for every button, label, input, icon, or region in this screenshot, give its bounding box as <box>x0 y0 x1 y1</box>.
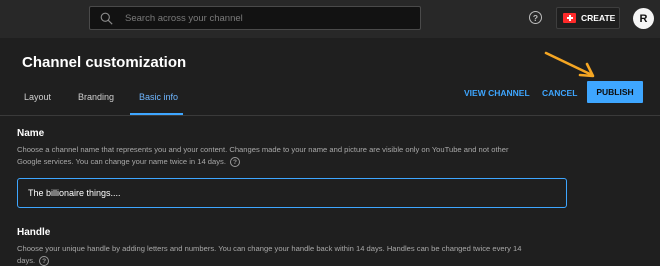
channel-name-value: The billionaire things.... <box>28 188 121 198</box>
annotation-arrow-icon <box>544 51 595 78</box>
publish-button[interactable]: PUBLISH <box>587 81 643 103</box>
handle-description-text: days. <box>17 256 36 265</box>
search-icon <box>100 12 113 25</box>
avatar[interactable]: R <box>633 8 654 29</box>
tab-layout[interactable]: Layout <box>24 92 51 102</box>
search-input[interactable]: Search across your channel <box>89 6 421 30</box>
name-description-text: Google services. You can change your nam… <box>17 157 226 166</box>
name-description-line2: Google services. You can change your nam… <box>17 155 240 168</box>
help-icon[interactable]: ? <box>229 157 240 167</box>
view-channel-button[interactable]: VIEW CHANNEL <box>464 88 530 98</box>
tab-branding[interactable]: Branding <box>78 92 114 102</box>
tab-basic-info[interactable]: Basic info <box>139 92 178 102</box>
tabs-divider <box>0 115 660 116</box>
cancel-button[interactable]: CANCEL <box>542 88 577 98</box>
create-button-label: CREATE <box>581 13 616 23</box>
create-button[interactable]: CREATE <box>556 7 620 29</box>
page-title: Channel customization <box>22 54 187 71</box>
create-video-icon <box>563 13 576 23</box>
name-section-label: Name <box>17 128 45 139</box>
help-icon[interactable]: ? <box>529 11 542 24</box>
top-bar: Search across your channel ? CREATE R <box>0 0 660 38</box>
help-icon[interactable]: ? <box>39 256 50 266</box>
search-placeholder: Search across your channel <box>125 12 243 24</box>
handle-description-line1: Choose your unique handle by adding lett… <box>17 244 522 253</box>
handle-description-line2: days.? <box>17 254 50 266</box>
channel-name-field[interactable]: The billionaire things.... <box>17 178 567 208</box>
handle-section-label: Handle <box>17 227 51 238</box>
